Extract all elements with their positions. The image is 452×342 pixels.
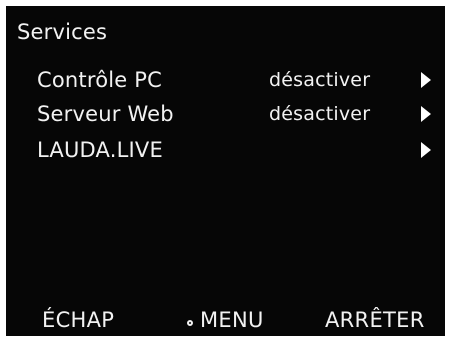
menu-item-label: Serveur Web — [37, 102, 174, 126]
display-screen: Services Contrôle PC désactiver Serveur … — [6, 6, 445, 336]
menu-item-label: Contrôle PC — [37, 68, 163, 92]
page-title: Services — [17, 20, 108, 44]
menu-item-serveur-web[interactable]: Serveur Web désactiver — [37, 99, 431, 129]
menu-item-value: désactiver — [269, 103, 371, 125]
menu-item-controle-pc[interactable]: Contrôle PC désactiver — [37, 65, 431, 95]
chevron-right-icon — [421, 106, 431, 122]
softkey-stop[interactable]: ARRÊTER — [325, 306, 425, 334]
menu-item-value: désactiver — [269, 69, 371, 91]
menu-item-lauda-live[interactable]: LAUDA.LIVE — [37, 135, 431, 165]
menu-item-label: LAUDA.LIVE — [37, 138, 163, 162]
softkey-menu[interactable]: MENU — [200, 306, 264, 334]
softkey-escape[interactable]: ÉCHAP — [42, 306, 114, 334]
chevron-right-icon — [421, 72, 431, 88]
circle-dot-icon — [187, 320, 193, 326]
chevron-right-icon — [421, 142, 431, 158]
